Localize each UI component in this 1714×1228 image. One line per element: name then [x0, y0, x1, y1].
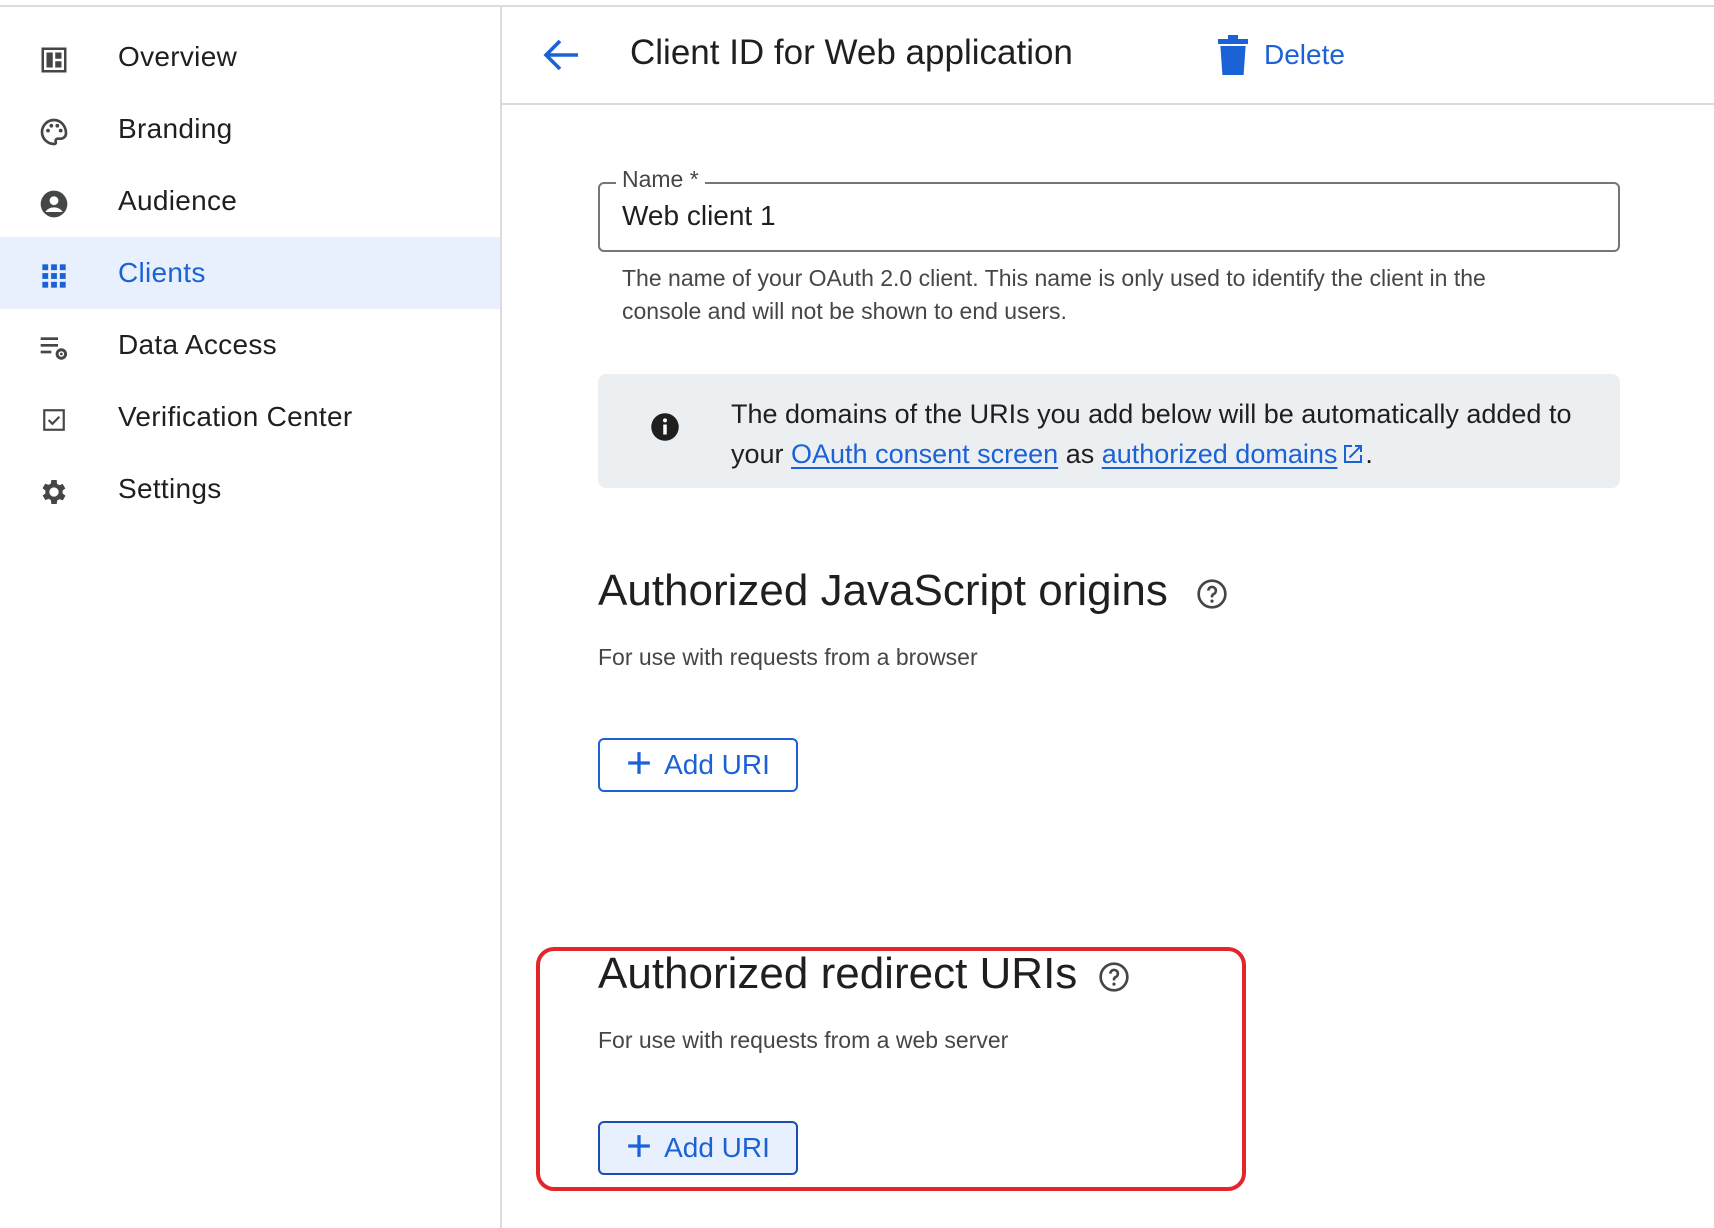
sidebar-item-overview[interactable]: Overview	[0, 21, 500, 93]
open-in-new-icon	[1344, 445, 1363, 463]
page-header: Client ID for Web application Delete	[502, 7, 1714, 105]
sidebar-item-settings[interactable]: Settings	[0, 453, 500, 525]
sidebar-item-audience[interactable]: Audience	[0, 165, 500, 237]
sidebar-item-branding[interactable]: Branding	[0, 93, 500, 165]
gear-icon	[37, 475, 71, 509]
sidebar-item-data-access[interactable]: Data Access	[0, 309, 500, 381]
add-uri-label: Add URI	[664, 749, 770, 780]
back-button[interactable]	[538, 31, 586, 79]
sidebar-item-label: Settings	[118, 473, 222, 504]
info-icon	[651, 413, 679, 441]
info-text-end: .	[1365, 439, 1373, 469]
delete-label: Delete	[1264, 39, 1345, 70]
name-input[interactable]	[622, 200, 1582, 232]
sidebar-item-label: Audience	[118, 185, 238, 216]
palette-icon	[37, 115, 71, 149]
add-js-origin-uri-button[interactable]: Add URI	[598, 738, 798, 792]
sidebar-item-verification-center[interactable]: Verification Center	[0, 381, 500, 453]
sidebar-item-label: Clients	[118, 257, 206, 288]
dashboard-icon	[37, 43, 71, 77]
authorized-domains-link[interactable]: authorized domains	[1102, 439, 1366, 469]
info-text-middle: as	[1058, 439, 1102, 469]
highlight-box	[536, 947, 1246, 1191]
checkbox-icon	[37, 403, 71, 437]
sidebar: Overview Branding Audience Clients Data …	[0, 7, 502, 1228]
trash-icon	[1218, 35, 1248, 75]
name-field-label: Name *	[616, 166, 705, 193]
list-settings-icon	[37, 331, 71, 365]
sidebar-item-label: Data Access	[118, 329, 277, 360]
js-origins-title: Authorized JavaScript origins	[598, 566, 1168, 615]
info-banner: The domains of the URIs you add below wi…	[598, 374, 1620, 488]
sidebar-item-label: Overview	[118, 41, 238, 72]
name-field[interactable]: Name *	[598, 166, 1620, 252]
plus-icon	[626, 748, 652, 782]
sidebar-item-label: Branding	[118, 113, 233, 144]
js-origins-subtitle: For use with requests from a browser	[598, 644, 978, 670]
name-help-text: The name of your OAuth 2.0 client. This …	[622, 265, 1486, 324]
delete-button[interactable]: Delete	[1218, 29, 1345, 81]
page-title: Client ID for Web application	[630, 33, 1073, 72]
apps-grid-icon	[37, 259, 71, 293]
oauth-consent-screen-link[interactable]: OAuth consent screen	[791, 439, 1058, 469]
arrow-back-icon	[543, 39, 578, 71]
sidebar-item-label: Verification Center	[118, 401, 353, 432]
js-origins-help-icon[interactable]	[1196, 578, 1228, 610]
sidebar-item-clients[interactable]: Clients	[0, 237, 500, 309]
top-divider	[0, 0, 1714, 7]
account-circle-icon	[37, 187, 71, 221]
authorized-domains-label: authorized domains	[1101, 439, 1338, 469]
info-text: The domains of the URIs you add below wi…	[731, 394, 1591, 474]
